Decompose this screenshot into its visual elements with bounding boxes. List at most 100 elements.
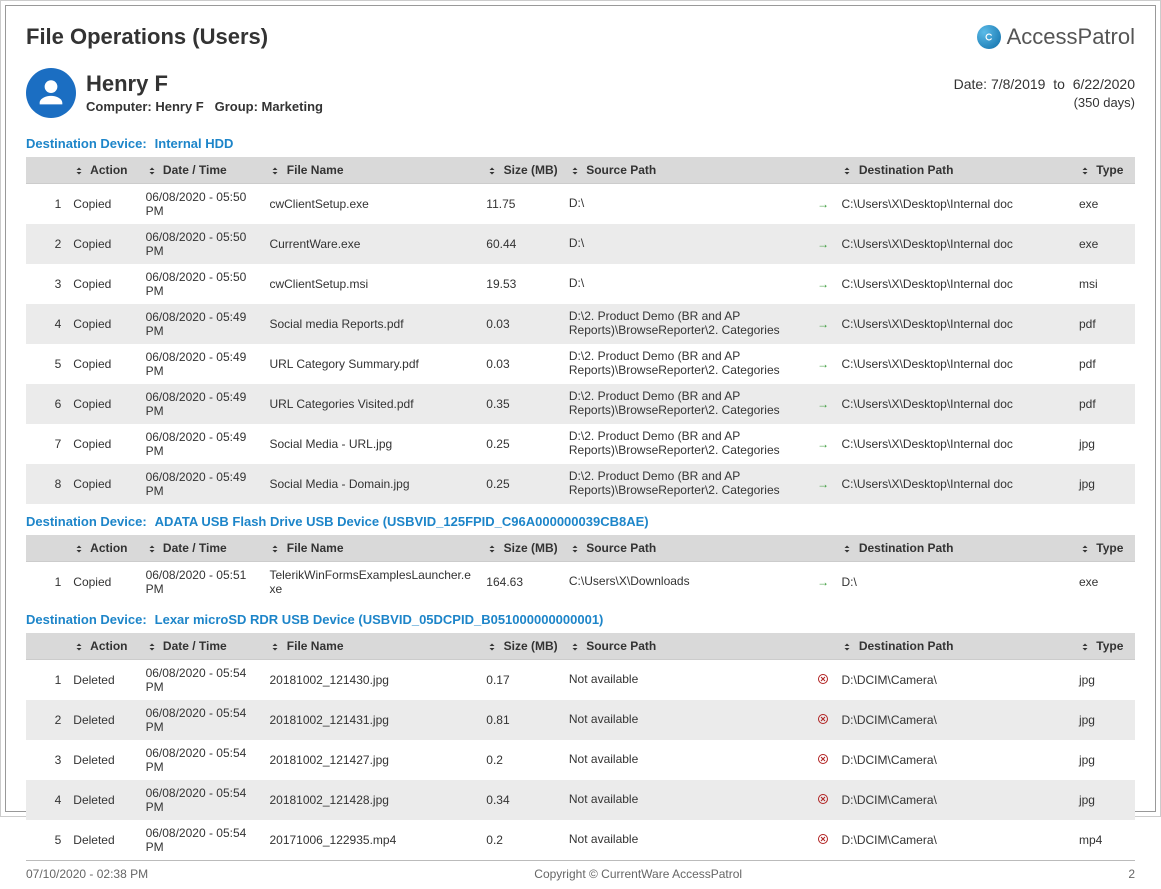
- dd-label: Destination Device:: [26, 136, 147, 151]
- table-row: 8Copied06/08/2020 - 05:49 PMSocial Media…: [26, 464, 1135, 504]
- sort-icon: [73, 543, 85, 555]
- col-type[interactable]: Type: [1073, 633, 1135, 660]
- table-row: 3Deleted06/08/2020 - 05:54 PM20181002_12…: [26, 740, 1135, 780]
- user-name: Henry F: [86, 72, 323, 96]
- cell-datetime: 06/08/2020 - 05:54 PM: [140, 780, 264, 820]
- cell-datetime: 06/08/2020 - 05:49 PM: [140, 464, 264, 504]
- sort-icon: [841, 543, 853, 555]
- sort-icon: [1079, 543, 1091, 555]
- cell-filename: 20181002_121431.jpg: [263, 700, 480, 740]
- cell-destination: D:\DCIM\Camera\: [835, 660, 1072, 701]
- sort-icon: [841, 165, 853, 177]
- avatar: [26, 68, 76, 118]
- cell-index: 1: [26, 184, 67, 225]
- cell-destination: C:\Users\X\Desktop\Internal doc: [835, 464, 1072, 504]
- cell-type: jpg: [1073, 740, 1135, 780]
- brand-text: AccessPatrol: [1007, 24, 1135, 50]
- cell-filename: 20171006_122935.mp4: [263, 820, 480, 860]
- cell-datetime: 06/08/2020 - 05:51 PM: [140, 562, 264, 603]
- cell-filename: URL Categories Visited.pdf: [263, 384, 480, 424]
- col-datetime[interactable]: Date / Time: [140, 157, 264, 184]
- cell-source: D:\: [563, 224, 811, 264]
- cell-type: exe: [1073, 224, 1135, 264]
- destination-device-label: Destination Device:Internal HDD: [26, 136, 1135, 151]
- cell-type: jpg: [1073, 780, 1135, 820]
- cell-datetime: 06/08/2020 - 05:49 PM: [140, 424, 264, 464]
- file-operations-table: Action Date / Time File Name Size (MB) S…: [26, 157, 1135, 504]
- col-filename[interactable]: File Name: [263, 157, 480, 184]
- cell-destination: C:\Users\X\Desktop\Internal doc: [835, 344, 1072, 384]
- col-destination[interactable]: Destination Path: [835, 157, 1072, 184]
- sort-icon: [73, 641, 85, 653]
- col-filename[interactable]: File Name: [263, 633, 480, 660]
- col-datetime[interactable]: Date / Time: [140, 535, 264, 562]
- col-arrow: [811, 535, 836, 562]
- col-type[interactable]: Type: [1073, 157, 1135, 184]
- dd-value: ADATA USB Flash Drive USB Device (USBVID…: [155, 514, 649, 529]
- cell-action: Copied: [67, 562, 139, 603]
- col-size[interactable]: Size (MB): [480, 157, 563, 184]
- col-source[interactable]: Source Path: [563, 633, 811, 660]
- dd-value: Lexar microSD RDR USB Device (USBVID_05D…: [155, 612, 604, 627]
- cell-size: 19.53: [480, 264, 563, 304]
- col-action[interactable]: Action: [67, 633, 139, 660]
- table-row: 4Copied06/08/2020 - 05:49 PMSocial media…: [26, 304, 1135, 344]
- destination-device-label: Destination Device:Lexar microSD RDR USB…: [26, 612, 1135, 627]
- arrow-icon: →: [811, 384, 836, 424]
- arrow-icon: →: [811, 224, 836, 264]
- sort-icon: [569, 543, 581, 555]
- sort-icon: [486, 641, 498, 653]
- col-index[interactable]: [26, 535, 67, 562]
- col-action[interactable]: Action: [67, 535, 139, 562]
- cell-size: 0.81: [480, 700, 563, 740]
- file-operations-table: Action Date / Time File Name Size (MB) S…: [26, 535, 1135, 602]
- table-row: 7Copied06/08/2020 - 05:49 PMSocial Media…: [26, 424, 1135, 464]
- cell-datetime: 06/08/2020 - 05:54 PM: [140, 820, 264, 860]
- report-footer: 07/10/2020 - 02:38 PM Copyright © Curren…: [26, 860, 1135, 889]
- cell-destination: D:\DCIM\Camera\: [835, 820, 1072, 860]
- col-filename[interactable]: File Name: [263, 535, 480, 562]
- col-destination[interactable]: Destination Path: [835, 633, 1072, 660]
- user-subtitle: Computer: Henry F Group: Marketing: [86, 99, 323, 114]
- cell-size: 0.25: [480, 424, 563, 464]
- date-range: Date: 7/8/2019 to 6/22/2020 (350 days): [954, 76, 1135, 110]
- cell-size: 0.2: [480, 740, 563, 780]
- table-row: 1Deleted06/08/2020 - 05:54 PM20181002_12…: [26, 660, 1135, 701]
- col-size[interactable]: Size (MB): [480, 535, 563, 562]
- file-operations-table: Action Date / Time File Name Size (MB) S…: [26, 633, 1135, 860]
- cell-source: D:\2. Product Demo (BR and AP Reports)\B…: [563, 424, 811, 464]
- col-source[interactable]: Source Path: [563, 535, 811, 562]
- cell-size: 0.34: [480, 780, 563, 820]
- col-type[interactable]: Type: [1073, 535, 1135, 562]
- arrow-icon: →: [811, 344, 836, 384]
- cell-filename: 20181002_121428.jpg: [263, 780, 480, 820]
- cell-index: 1: [26, 562, 67, 603]
- cell-destination: C:\Users\X\Desktop\Internal doc: [835, 184, 1072, 225]
- cell-source: D:\2. Product Demo (BR and AP Reports)\B…: [563, 344, 811, 384]
- cell-index: 6: [26, 384, 67, 424]
- col-destination[interactable]: Destination Path: [835, 535, 1072, 562]
- sort-icon: [486, 543, 498, 555]
- col-index[interactable]: [26, 633, 67, 660]
- arrow-icon: →: [811, 424, 836, 464]
- col-source[interactable]: Source Path: [563, 157, 811, 184]
- table-row: 1Copied06/08/2020 - 05:51 PMTelerikWinFo…: [26, 562, 1135, 603]
- cell-destination: D:\DCIM\Camera\: [835, 700, 1072, 740]
- cell-source: Not available: [563, 660, 811, 701]
- cell-size: 0.03: [480, 304, 563, 344]
- table-row: 1Copied06/08/2020 - 05:50 PMcwClientSetu…: [26, 184, 1135, 225]
- col-action[interactable]: Action: [67, 157, 139, 184]
- sort-icon: [1079, 165, 1091, 177]
- cell-index: 4: [26, 304, 67, 344]
- table-row: 2Deleted06/08/2020 - 05:54 PM20181002_12…: [26, 700, 1135, 740]
- cell-index: 5: [26, 820, 67, 860]
- cell-datetime: 06/08/2020 - 05:50 PM: [140, 264, 264, 304]
- col-index[interactable]: [26, 157, 67, 184]
- col-size[interactable]: Size (MB): [480, 633, 563, 660]
- cell-datetime: 06/08/2020 - 05:49 PM: [140, 344, 264, 384]
- cell-source: Not available: [563, 780, 811, 820]
- arrow-icon: →: [811, 562, 836, 603]
- cell-filename: Social Media - Domain.jpg: [263, 464, 480, 504]
- cell-source: D:\: [563, 184, 811, 225]
- col-datetime[interactable]: Date / Time: [140, 633, 264, 660]
